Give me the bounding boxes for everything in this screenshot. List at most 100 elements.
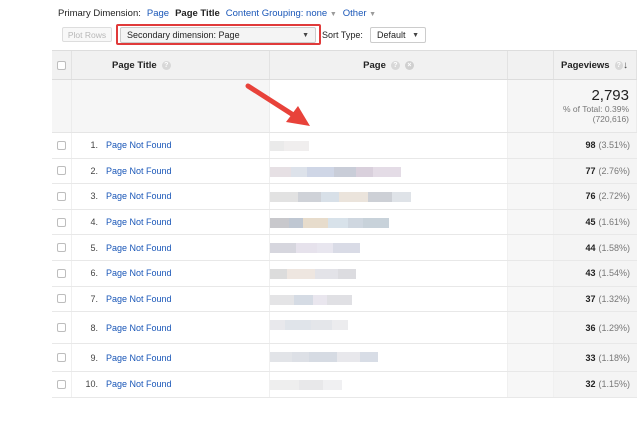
row-pageviews-pct: (2.76%) [598,165,630,176]
row-checkbox[interactable] [57,217,66,227]
row-page-title-link[interactable]: Page Not Found [106,268,172,278]
row-pageviews-value: 33 [585,352,596,363]
redacted-block [321,192,339,203]
row-checkbox[interactable] [57,166,66,176]
row-index: 1. [90,140,98,151]
row-checkbox-cell [52,286,72,312]
row-checkbox[interactable] [57,140,66,150]
sort-type-value: Default [377,30,406,40]
row-spacer-cell [508,372,554,397]
chevron-down-icon: ▼ [369,10,377,18]
row-pageviews-value: 76 [585,191,596,202]
row-page-title-link[interactable]: Page Not Found [106,140,172,150]
annotation-arrow [245,83,310,126]
row-pageviews-cell: 44 (1.58%) [554,235,637,260]
secondary-dimension-dropdown[interactable]: Secondary dimension: Page ▼ [120,27,316,43]
row-page-title-link[interactable]: Page Not Found [106,379,172,389]
table-body: 1. Page Not Found 98 (3.51%) 2. Page Not Foun… [52,133,637,398]
row-checkbox-cell [52,260,72,286]
row-checkbox[interactable] [57,294,66,304]
header-page-title[interactable]: Page Title? [72,51,270,79]
sort-type-dropdown[interactable]: Default ▼ [370,27,426,43]
redacted-block [270,141,284,151]
totals-pageviews: 2,793 % of Total: 0.39% (720,616) [554,80,637,132]
row-checkbox[interactable] [57,379,66,389]
row-spacer-cell [508,260,554,286]
redacted-block [270,268,287,279]
table-row: 3. Page Not Found 76 (2.72%) [52,184,637,210]
table-row: 9. Page Not Found 33 (1.18%) [52,344,637,373]
help-icon[interactable]: ? [614,60,623,70]
row-pageviews-pct: (1.58%) [598,242,630,253]
redacted-block [356,166,373,177]
totals-row: 2,793 % of Total: 0.39% (720,616) [52,80,637,133]
redacted-block [270,243,296,254]
other-label: Other [342,7,367,19]
dimension-page-title[interactable]: Page Title [175,8,220,19]
remove-dimension-icon[interactable]: × [404,60,414,70]
redacted-block [289,217,303,228]
row-title-cell: 3. Page Not Found [72,184,270,209]
sort-type-label: Sort Type: [322,30,363,40]
header-pageviews[interactable]: Pageviews? ↓ [554,51,637,79]
redacted-block [270,294,294,305]
row-page-cell-redacted [270,260,508,286]
row-index: 10. [85,379,98,390]
row-page-title-link[interactable]: Page Not Found [106,217,172,227]
help-icon[interactable]: ? [161,60,171,70]
row-checkbox[interactable] [57,191,66,201]
row-page-title-link[interactable]: Page Not Found [106,353,172,363]
row-pageviews-cell: 98 (3.51%) [554,133,637,158]
redacted-block [323,380,342,391]
row-checkbox[interactable] [57,243,66,253]
row-checkbox[interactable] [57,353,66,363]
totals-gap-cell [508,80,554,132]
redacted-block [270,192,298,203]
redacted-block [284,141,309,151]
row-pageviews-cell: 76 (2.72%) [554,184,637,209]
table-row: 5. Page Not Found 44 (1.58%) [52,235,637,261]
row-spacer-cell [508,286,554,312]
table-row: 4. Page Not Found 45 (1.61%) [52,209,637,236]
row-spacer-cell [508,133,554,158]
row-pageviews-pct: (1.32%) [598,293,630,304]
row-pageviews-cell: 45 (1.61%) [554,209,637,235]
dimension-bar: Primary Dimension: Page Page Title Conte… [58,7,376,19]
row-checkbox-cell [52,372,72,397]
row-index: 7. [90,293,98,304]
row-checkbox[interactable] [57,323,66,333]
row-checkbox-cell [52,344,72,372]
totals-chk-cell [52,80,72,132]
row-spacer-cell [508,312,554,344]
redacted-block [270,217,289,228]
row-pageviews-pct: (1.61%) [598,217,630,228]
other-dimension-dropdown[interactable]: Other ▼ [343,8,376,19]
row-pageviews-cell: 36 (1.29%) [554,312,637,344]
help-icon[interactable]: ? [390,60,400,70]
header-page-label: Page [363,59,386,71]
row-pageviews-value: 37 [585,293,596,304]
content-grouping-dropdown[interactable]: Content Grouping: none ▼ [226,8,337,19]
row-page-cell-redacted [270,158,508,184]
row-page-title-link[interactable]: Page Not Found [106,243,172,253]
row-checkbox[interactable] [57,268,66,278]
row-page-title-link[interactable]: Page Not Found [106,323,172,333]
select-all-checkbox[interactable] [57,60,66,70]
row-page-title-link[interactable]: Page Not Found [106,294,172,304]
redacted-block [292,352,309,363]
dimension-page-link[interactable]: Page [147,8,169,19]
chevron-down-icon: ▼ [329,10,337,18]
sort-desc-icon: ↓ [623,59,628,71]
row-title-cell: 2. Page Not Found [72,158,270,184]
row-index: 2. [90,165,98,176]
header-page[interactable]: Page? × [270,51,508,79]
content-grouping-label: Content Grouping: none [225,7,328,19]
row-spacer-cell [508,344,554,372]
row-pageviews-cell: 43 (1.54%) [554,260,637,286]
plot-rows-button[interactable]: Plot Rows [62,27,112,42]
table-row: 6. Page Not Found 43 (1.54%) [52,260,637,287]
row-page-title-link[interactable]: Page Not Found [106,191,172,201]
row-page-title-link[interactable]: Page Not Found [106,166,172,176]
row-page-cell-redacted [270,286,508,312]
table-row: 2. Page Not Found 77 (2.76%) [52,158,637,185]
